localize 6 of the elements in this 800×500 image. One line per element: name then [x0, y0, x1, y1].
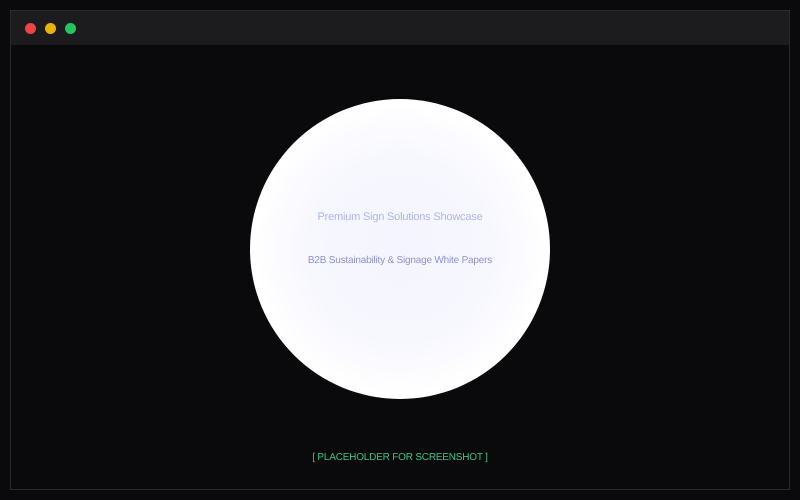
maximize-button[interactable] — [65, 22, 76, 34]
placeholder-caption: [ PLACEHOLDER FOR SCREENSHOT ] — [312, 452, 488, 463]
hero-subtitle: B2B Sustainability & Signage White Papers — [308, 255, 492, 266]
hero-title: Premium Sign Solutions Showcase — [318, 211, 482, 223]
close-button[interactable] — [25, 22, 36, 34]
minimize-button[interactable] — [45, 22, 56, 34]
